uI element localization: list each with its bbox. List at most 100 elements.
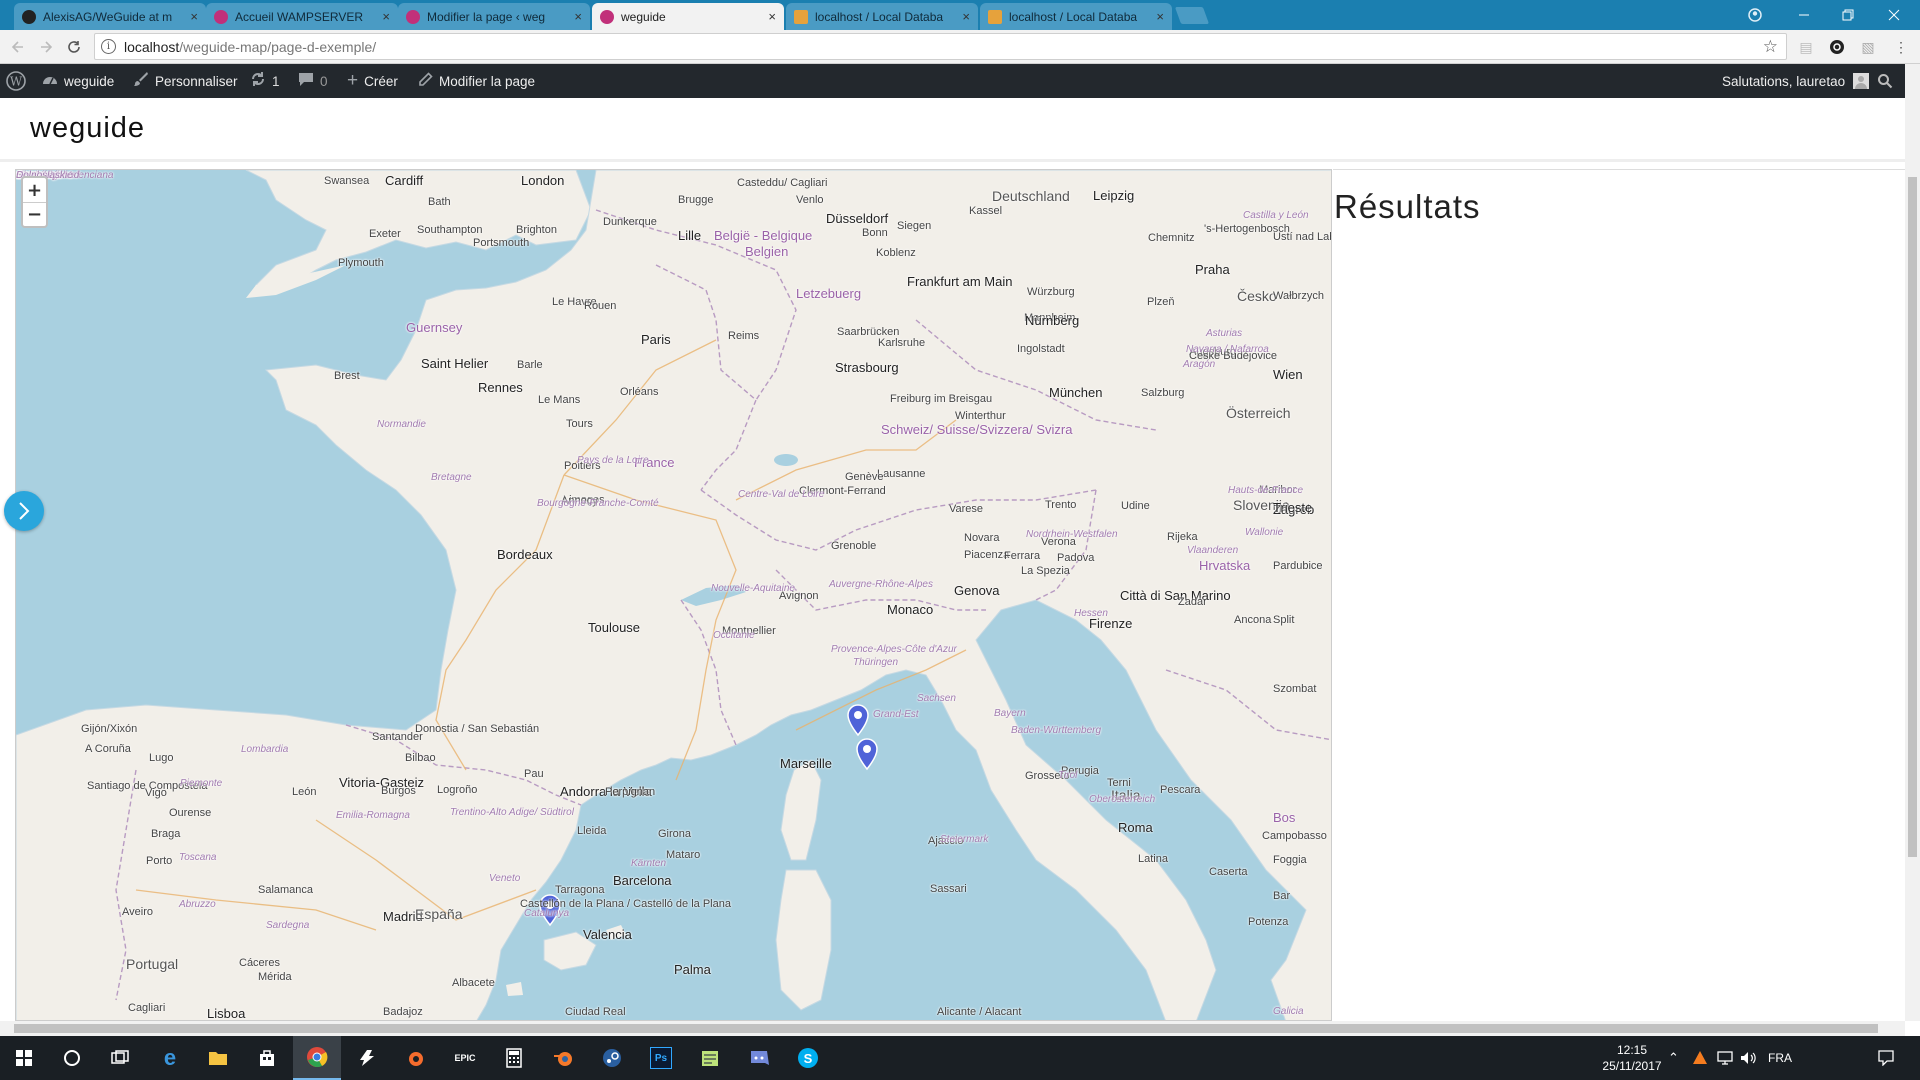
task-view-icon[interactable] [96,1036,144,1080]
minimize-window-button[interactable] [1782,0,1826,30]
map-label: Toulouse [588,620,641,635]
adminbar-comments-link[interactable]: 0 [298,64,328,98]
close-tab-icon[interactable]: × [190,9,198,24]
map-label: Steiermark [940,834,989,845]
adminbar-customize-link[interactable]: Personnaliser [133,64,238,98]
blender-icon[interactable] [539,1036,587,1080]
tab-github[interactable]: AlexisAG/WeGuide at m × [14,3,206,30]
map-label: Split [1273,614,1295,626]
map-label: Koblenz [876,247,916,259]
map-label: Campobasso [1262,830,1327,842]
map-container[interactable]: Swansea Cardiff London Bath Exeter Southampto… [15,169,1332,1021]
new-tab-button[interactable] [1174,7,1210,24]
close-tab-icon[interactable]: × [574,9,582,24]
map-label: Brighton [516,224,557,236]
map-label: Reims [728,330,760,342]
epic-icon[interactable]: EPIC [441,1036,489,1080]
windows-start-icon[interactable] [0,1036,48,1080]
cortana-icon[interactable] [48,1036,96,1080]
tab-wampserver[interactable]: Accueil WAMPSERVER × [206,3,398,30]
network-icon[interactable] [1716,1036,1734,1080]
language-indicator[interactable]: FRA [1768,1036,1792,1080]
edge-icon[interactable]: e [146,1036,194,1080]
discord-icon[interactable] [735,1036,783,1080]
tab-weguide[interactable]: weguide × [592,3,784,30]
sidebar-toggle-button[interactable] [4,491,44,531]
close-tab-icon[interactable]: × [768,9,776,24]
url-host: localhost [124,38,180,55]
adminbar-site-link[interactable]: weguide [42,64,114,98]
map-label: Ústí nad Labem [1273,231,1331,243]
extension-icon[interactable] [1827,37,1847,57]
scrollbar-thumb[interactable] [1908,177,1917,857]
adminbar-account-link[interactable]: Salutations, lauretao [1722,64,1870,98]
map-label: Deutschland [992,188,1070,204]
map-label: Aveiro [122,906,153,918]
map-label: Pau [524,768,544,780]
url-input[interactable]: i localhost/weguide-map/page-d-exemple/ … [94,33,1787,60]
close-tab-icon[interactable]: × [962,9,970,24]
map-label: Kärnten [631,858,667,869]
page-horizontal-scrollbar[interactable] [0,1021,1905,1036]
file-explorer-icon[interactable] [194,1036,242,1080]
action-center-icon[interactable] [1878,1036,1894,1080]
volume-icon[interactable] [1740,1036,1758,1080]
calculator-icon[interactable] [490,1036,538,1080]
close-window-button[interactable] [1872,0,1916,30]
map-label: Sachsen [917,693,956,704]
tray-app-icon[interactable] [1692,1036,1708,1080]
extension-icon[interactable]: ▤ [1796,37,1816,57]
map-label: Guernsey [406,320,463,335]
page-scrollbar-track [1905,64,1920,169]
adminbar-new-link[interactable]: + Créer [347,64,398,98]
page-vertical-scrollbar[interactable] [1905,169,1920,1021]
page-info-icon[interactable]: i [101,39,116,54]
store-icon[interactable] [243,1036,291,1080]
adminbar-edit-link[interactable]: Modifier la page [418,64,535,98]
map-label: Albacete [452,977,495,989]
skype-icon[interactable]: S [784,1036,832,1080]
browser-menu-icon[interactable]: ⋮ [1891,37,1911,57]
map-label: Portsmouth [473,237,530,249]
adminbar-updates-link[interactable]: 1 [250,64,280,98]
map-label: Praha [1195,262,1230,277]
bookmark-star-icon[interactable]: ☆ [1763,37,1778,57]
origin-icon[interactable] [392,1036,440,1080]
map-label: Swansea [324,175,370,187]
restore-window-button[interactable] [1826,0,1870,30]
notepad-icon[interactable] [686,1036,734,1080]
site-header: weguide [0,98,1905,162]
map-label: Casteddu/ Cagliari [737,177,828,189]
adminbar-customize-label: Personnaliser [155,73,238,89]
tab-phpmyadmin-2[interactable]: localhost / Local Databa × [980,3,1172,30]
chrome-icon[interactable] [293,1036,341,1080]
tab-title: localhost / Local Databa [1009,9,1138,24]
site-title[interactable]: weguide [30,112,145,145]
map-label: Oberösterreich [1089,794,1156,805]
address-toolbar: i localhost/weguide-map/page-d-exemple/ … [0,30,1920,64]
zoom-in-button[interactable]: + [23,178,46,202]
tab-phpmyadmin-1[interactable]: localhost / Local Databa × [786,3,978,30]
map-label: Trentino-Alto Adige/ Südtirol [450,807,574,818]
show-hidden-icons[interactable]: ⌃ [1668,1036,1679,1080]
system-clock[interactable]: 12:15 25/11/2017 [1600,1042,1664,1074]
steam-icon[interactable] [588,1036,636,1080]
back-arrow-icon[interactable] [6,36,30,58]
adminbar-search-icon[interactable] [1877,64,1893,98]
photoshop-icon[interactable]: Ps [637,1036,685,1080]
zoom-out-button[interactable]: − [23,202,46,226]
profile-icon[interactable] [1733,0,1777,30]
scrollbar-thumb[interactable] [14,1024,1878,1033]
inkscape-icon[interactable] [343,1036,391,1080]
wordpress-logo-icon[interactable]: W [6,64,26,98]
map-label: Bretagne [431,472,472,483]
close-tab-icon[interactable]: × [1156,9,1164,24]
tab-title: localhost / Local Databa [815,9,944,24]
tab-modifier-page[interactable]: Modifier la page ‹ weg × [398,3,590,30]
extension-icon[interactable]: ▧ [1858,37,1878,57]
forward-arrow-icon[interactable] [34,36,58,58]
reload-icon[interactable] [62,36,86,58]
map-label: Varese [949,503,984,515]
close-tab-icon[interactable]: × [382,9,390,24]
map-label: Saint Helier [421,356,489,371]
